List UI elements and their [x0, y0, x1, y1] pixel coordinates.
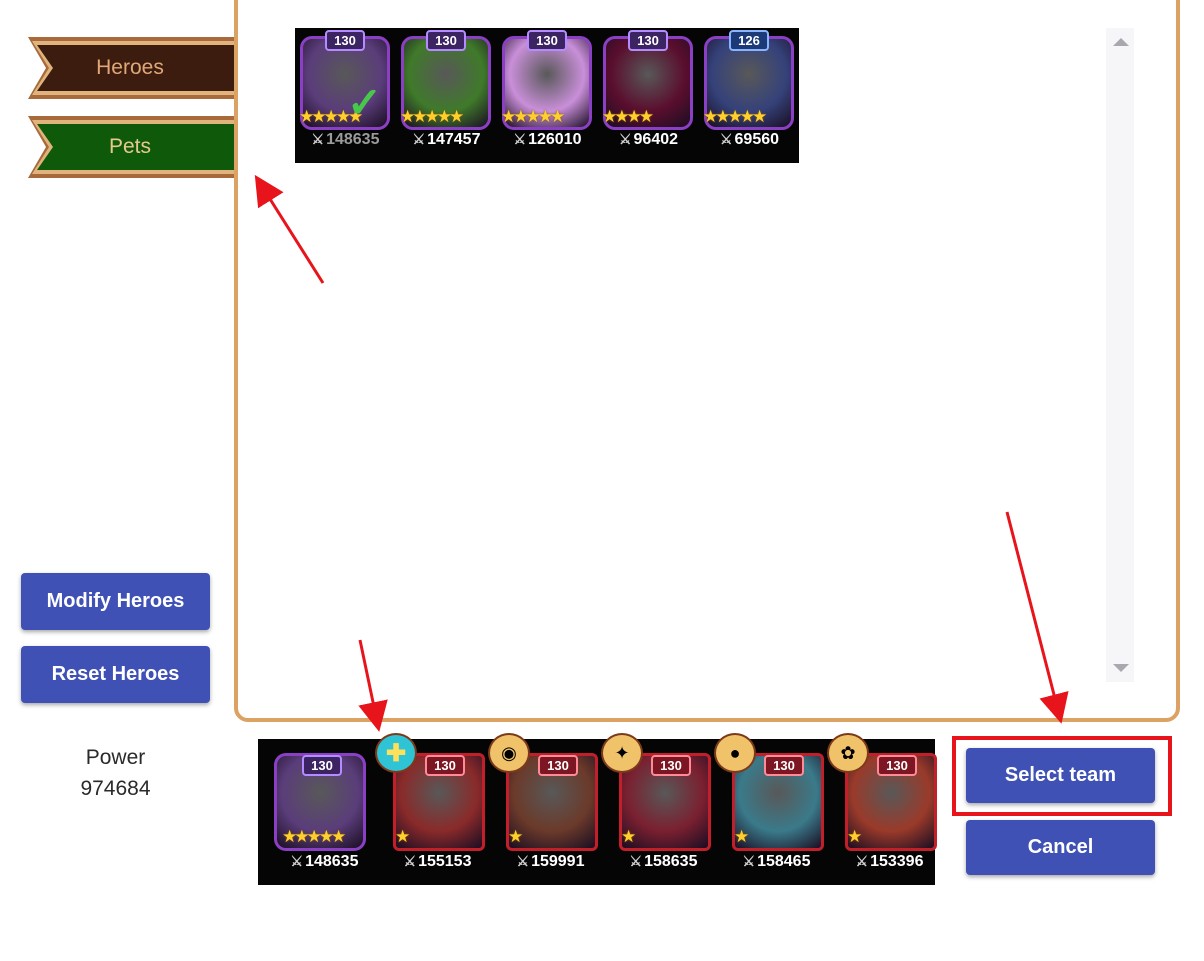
power-stat: ⚔ 148635	[295, 131, 396, 149]
pet-badge-icon: ✦	[601, 733, 643, 773]
team-slot[interactable]: 130 ★ ⚔ 158465 ●	[714, 733, 833, 885]
star-rating: ★	[621, 827, 636, 846]
power-value: 159991	[531, 853, 585, 870]
level-badge: 130	[877, 755, 917, 776]
select-team-button[interactable]: Select team	[966, 748, 1155, 803]
level-badge: 130	[538, 755, 578, 776]
reset-heroes-button[interactable]: Reset Heroes	[21, 646, 210, 703]
selected-team: 130 ★★★★★ ⚔ 148635 130 ★ ⚔ 155153 ✚ 130 ★ ⚔ 159991 ◉ 1…	[258, 733, 937, 885]
level-badge: 130	[425, 755, 465, 776]
swords-icon: ⚔	[742, 853, 756, 869]
swords-icon: ⚔	[516, 853, 530, 869]
scroll-down-icon[interactable]	[1113, 664, 1129, 672]
team-power: Power 974684	[21, 742, 210, 804]
power-value: 153396	[870, 853, 924, 870]
power-stat: ⚔ 147457	[396, 131, 497, 149]
team-slot[interactable]: 130 ★ ⚔ 159991 ◉	[488, 733, 607, 885]
power-value: 148635	[305, 853, 359, 870]
cancel-button[interactable]: Cancel	[966, 820, 1155, 875]
pet-card[interactable]: 126 ★★★★★ ⚔ 69560	[699, 28, 800, 163]
power-stat: ⚔ 69560	[699, 131, 800, 149]
power-value: 126010	[528, 131, 582, 148]
power-stat: ⚔ 96402	[598, 131, 699, 149]
power-stat: ⚔ 158465	[720, 853, 833, 871]
star-rating: ★★★★	[602, 107, 654, 126]
power-value: 147457	[427, 131, 481, 148]
star-rating: ★	[847, 827, 862, 846]
swords-icon: ⚔	[403, 853, 417, 869]
pet-badge-icon: ●	[714, 733, 756, 773]
team-slot[interactable]: 130 ★ ⚔ 153396 ✿	[827, 733, 946, 885]
tab-heroes-label: Heroes	[96, 56, 164, 79]
star-rating: ★	[395, 827, 410, 846]
pet-card[interactable]: 130 ★★★★ ⚔ 96402	[598, 28, 699, 163]
power-value: 148635	[326, 131, 380, 148]
power-value: 96402	[633, 131, 679, 148]
swords-icon: ⚔	[290, 853, 304, 869]
pet-list: 130 ★★★★★ ⚔ 148635 ✓ 130 ★★★★★ ⚔ 147457 130 ★★★★★ ⚔…	[295, 28, 799, 163]
level-badge: 130	[651, 755, 691, 776]
checkmark-icon: ✓	[347, 79, 383, 126]
level-badge: 130	[325, 30, 365, 51]
swords-icon: ⚔	[855, 853, 869, 869]
swords-icon: ⚔	[629, 853, 643, 869]
modify-heroes-button[interactable]: Modify Heroes	[21, 573, 210, 630]
power-stat: ⚔ 153396	[833, 853, 946, 871]
pet-badge-icon: ✚	[375, 733, 417, 773]
pet-card[interactable]: 130 ★★★★★ ⚔ 147457	[396, 28, 497, 163]
power-label: Power	[85, 746, 146, 769]
star-rating: ★	[734, 827, 749, 846]
power-value: 158465	[757, 853, 811, 870]
pet-card[interactable]: 130 ★★★★★ ⚔ 126010	[497, 28, 598, 163]
power-stat: ⚔ 158635	[607, 853, 720, 871]
swords-icon: ⚔	[618, 131, 632, 147]
swords-icon: ⚔	[412, 131, 426, 147]
team-slot[interactable]: 130 ★★★★★ ⚔ 148635	[268, 739, 381, 885]
star-rating: ★★★★★	[703, 107, 767, 126]
level-badge: 130	[764, 755, 804, 776]
star-rating: ★★★★★	[282, 827, 346, 846]
power-stat: ⚔ 148635	[268, 853, 381, 871]
level-badge: 130	[426, 30, 466, 51]
swords-icon: ⚔	[311, 131, 325, 147]
scrollbar[interactable]	[1106, 28, 1134, 682]
pet-badge-icon: ✿	[827, 733, 869, 773]
star-rating: ★★★★★	[400, 107, 464, 126]
pet-badge-icon: ◉	[488, 733, 530, 773]
tab-pets-label: Pets	[108, 135, 152, 158]
power-value: 155153	[418, 853, 472, 870]
swords-icon: ⚔	[513, 131, 527, 147]
star-rating: ★	[508, 827, 523, 846]
pet-card[interactable]: 130 ★★★★★ ⚔ 148635 ✓	[295, 28, 396, 163]
power-stat: ⚔ 159991	[494, 853, 607, 871]
scroll-up-icon[interactable]	[1113, 38, 1129, 46]
star-rating: ★★★★★	[501, 107, 565, 126]
power-stat: ⚔ 126010	[497, 131, 598, 149]
power-value: 69560	[734, 131, 780, 148]
team-slot[interactable]: 130 ★ ⚔ 155153 ✚	[375, 733, 494, 885]
power-value: 974684	[80, 777, 151, 800]
level-badge: 130	[628, 30, 668, 51]
level-badge: 126	[729, 30, 769, 51]
level-badge: 130	[527, 30, 567, 51]
level-badge: 130	[302, 755, 342, 776]
swords-icon: ⚔	[719, 131, 733, 147]
power-stat: ⚔ 155153	[381, 853, 494, 871]
power-value: 158635	[644, 853, 698, 870]
team-slot[interactable]: 130 ★ ⚔ 158635 ✦	[601, 733, 720, 885]
